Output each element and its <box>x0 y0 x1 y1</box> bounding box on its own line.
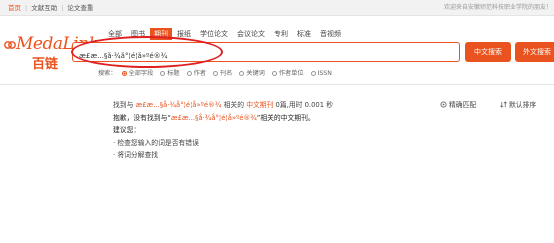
chinese-search-button[interactable]: 中文搜索 <box>465 42 511 62</box>
tab-patents[interactable]: 专利 <box>270 28 292 40</box>
search-input[interactable] <box>73 47 459 65</box>
match-gear-icon <box>440 101 447 108</box>
tab-theses[interactable]: 学位论文 <box>196 28 232 40</box>
suggestion-item: · 检查您输入的词是否有错误 <box>113 139 199 147</box>
tab-standards[interactable]: 标准 <box>293 28 315 40</box>
tab-newspapers[interactable]: 报纸 <box>173 28 195 40</box>
radio-icon <box>160 70 166 76</box>
sort-order-dropdown[interactable]: 默认排序 <box>500 99 536 109</box>
filter-title[interactable]: 标题 <box>160 68 180 77</box>
foreign-search-button[interactable]: 外文搜索 <box>515 42 554 62</box>
logo-brand-cn: 百链 <box>32 57 59 72</box>
filter-all-fields[interactable]: 全部字段 <box>121 68 153 77</box>
filter-author[interactable]: 作者 <box>186 68 206 77</box>
literature-help-link[interactable]: 文献互助 <box>31 4 57 12</box>
logo-mark-icon <box>4 41 16 49</box>
no-result-message: 抱歉，没有找到与“æ­£æ...§å·¾å°¦é¦å»ºé®¾”相关的中文期刊。 <box>113 114 315 122</box>
tab-books[interactable]: 图书 <box>127 28 149 40</box>
result-summary: 找到与 æ­£æ...§å·¾å°¦é¦å»ºé®¾ 相关的 中文期刊 0篇,用… <box>113 101 334 109</box>
radio-icon <box>271 70 277 76</box>
home-link[interactable]: 首页 <box>8 4 21 12</box>
suggestion-item: · 将词分解查找 <box>113 151 159 159</box>
top-bar: 首页 | 文献互助 | 论文查重 欢迎来自安徽师范科技职业学院的朋友！ <box>0 0 554 16</box>
search-field-filters: 搜索： 全部字段 标题 作者 刊名 关键词 作者单位 ISSN <box>98 68 337 77</box>
result-query: æ­£æ...§å·¾å°¦é¦å»ºé®¾ <box>135 101 222 109</box>
filters-label: 搜索： <box>98 70 117 77</box>
header-divider <box>0 84 554 85</box>
radio-icon <box>186 70 192 76</box>
plagiarism-check-link[interactable]: 论文查重 <box>67 4 93 12</box>
radio-icon <box>212 70 218 76</box>
radio-icon <box>239 70 245 76</box>
suggestion-title: 建议您： <box>113 126 141 134</box>
filter-keyword[interactable]: 关键词 <box>239 68 265 77</box>
radio-selected-icon <box>121 70 127 76</box>
welcome-notice: 欢迎来自安徽师范科技职业学院的朋友！ <box>443 4 552 11</box>
category-tabs: 全部 图书 期刊 报纸 学位论文 会议论文 专利 标准 音视频 <box>104 28 346 40</box>
filter-journal-name[interactable]: 刊名 <box>212 68 232 77</box>
radio-icon <box>310 70 316 76</box>
sort-arrows-icon <box>500 101 507 108</box>
search-box <box>72 42 460 65</box>
result-type: 中文期刊 <box>246 101 274 109</box>
filter-author-affiliation[interactable]: 作者单位 <box>271 68 304 77</box>
tab-all[interactable]: 全部 <box>104 28 126 40</box>
filter-issn[interactable]: ISSN <box>310 70 332 77</box>
tab-journals[interactable]: 期刊 <box>150 28 172 40</box>
match-mode-dropdown[interactable]: 精确匹配 <box>440 99 476 109</box>
tab-audio-video[interactable]: 音视频 <box>316 28 345 40</box>
tab-conference-papers[interactable]: 会议论文 <box>233 28 269 40</box>
